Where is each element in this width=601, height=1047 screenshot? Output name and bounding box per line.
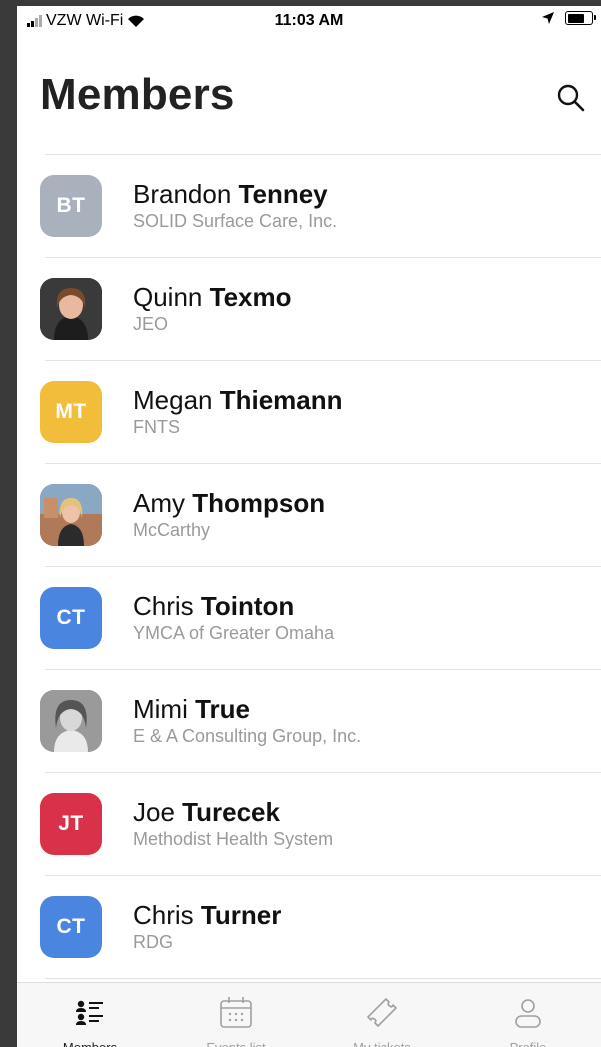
search-button[interactable] [555, 82, 587, 114]
member-first-name: Chris [133, 900, 194, 930]
member-first-name: Brandon [133, 179, 232, 209]
member-first-name: Megan [133, 385, 213, 415]
member-row[interactable]: Mimi True E & A Consulting Group, Inc. [17, 670, 601, 772]
member-last-name: Turner [200, 900, 282, 930]
member-name: Megan Thiemann [133, 385, 343, 416]
person-icon [510, 995, 546, 1031]
tab-label: Profile [455, 1040, 601, 1047]
member-initials-avatar: BT [40, 175, 102, 237]
member-first-name: Quinn [133, 282, 203, 312]
member-company: RDG [133, 932, 173, 952]
member-name: Mimi True [133, 694, 250, 725]
tab-label: Events list [163, 1040, 309, 1047]
member-row[interactable]: Amy Thompson McCarthy [17, 464, 601, 566]
member-row[interactable]: CT Chris Turner RDG [17, 876, 601, 978]
member-name: Brandon Tenney [133, 179, 328, 210]
member-initials-avatar: JT [40, 793, 102, 855]
member-company: YMCA of Greater Omaha [133, 623, 335, 643]
list-divider [45, 978, 601, 979]
status-right [541, 11, 596, 25]
tab-label: My tickets [309, 1040, 455, 1047]
tab-bar: MembersEvents listMy ticketsProfile [17, 982, 601, 1047]
tab-members[interactable]: Members [17, 983, 163, 1047]
status-time: 11:03 AM [274, 12, 344, 29]
search-icon [557, 84, 585, 112]
member-last-name: Tenney [238, 179, 328, 209]
member-company: McCarthy [133, 520, 211, 540]
location-arrow-icon [542, 12, 554, 24]
status-bar: VZW Wi-Fi 11:03 AM [17, 6, 601, 36]
member-name: Joe Turecek [133, 797, 280, 828]
member-row[interactable]: JT Joe Turecek Methodist Health System [17, 773, 601, 875]
tab-label: Members [17, 1040, 163, 1047]
member-first-name: Chris [133, 591, 194, 621]
member-photo-avatar [40, 278, 102, 340]
member-company: SOLID Surface Care, Inc. [133, 211, 338, 231]
member-initials-avatar: MT [40, 381, 102, 443]
member-initials-avatar: CT [40, 896, 102, 958]
members-icon [72, 995, 108, 1031]
member-row[interactable]: MT Megan Thiemann FNTS [17, 361, 601, 463]
member-first-name: Joe [133, 797, 175, 827]
member-company: FNTS [133, 417, 180, 437]
calendar-icon [218, 995, 254, 1031]
member-name: Quinn Texmo [133, 282, 292, 313]
member-last-name: Turecek [182, 797, 280, 827]
member-name: Amy Thompson [133, 488, 325, 519]
member-photo-avatar [40, 484, 102, 546]
battery-icon [565, 11, 596, 25]
member-name: Chris Tointon [133, 591, 294, 622]
member-company: Methodist Health System [133, 829, 334, 849]
member-company: E & A Consulting Group, Inc. [133, 726, 362, 746]
member-last-name: Tointon [200, 591, 295, 621]
tab-events-list[interactable]: Events list [163, 983, 309, 1047]
member-row[interactable]: BT Brandon Tenney SOLID Surface Care, Inc. [17, 155, 601, 257]
tab-profile[interactable]: Profile [455, 983, 601, 1047]
member-photo-avatar [40, 690, 102, 752]
member-company: JEO [133, 314, 169, 334]
member-last-name: True [195, 694, 251, 724]
member-list: BT Brandon Tenney SOLID Surface Care, Inc.… [17, 154, 601, 979]
page-title: Members [40, 70, 235, 119]
member-last-name: Thompson [192, 488, 326, 518]
member-last-name: Texmo [209, 282, 292, 312]
member-last-name: Thiemann [219, 385, 343, 415]
ticket-icon [364, 995, 400, 1031]
tab-my-tickets[interactable]: My tickets [309, 983, 455, 1047]
member-row[interactable]: CT Chris Tointon YMCA of Greater Omaha [17, 567, 601, 669]
member-first-name: Mimi [133, 694, 188, 724]
member-initials-avatar: CT [40, 587, 102, 649]
member-row[interactable]: Quinn Texmo JEO [17, 258, 601, 360]
app-screen: VZW Wi-Fi 11:03 AM Members BT Brandon Ten… [17, 6, 601, 1047]
member-name: Chris Turner [133, 900, 281, 931]
member-first-name: Amy [133, 488, 185, 518]
